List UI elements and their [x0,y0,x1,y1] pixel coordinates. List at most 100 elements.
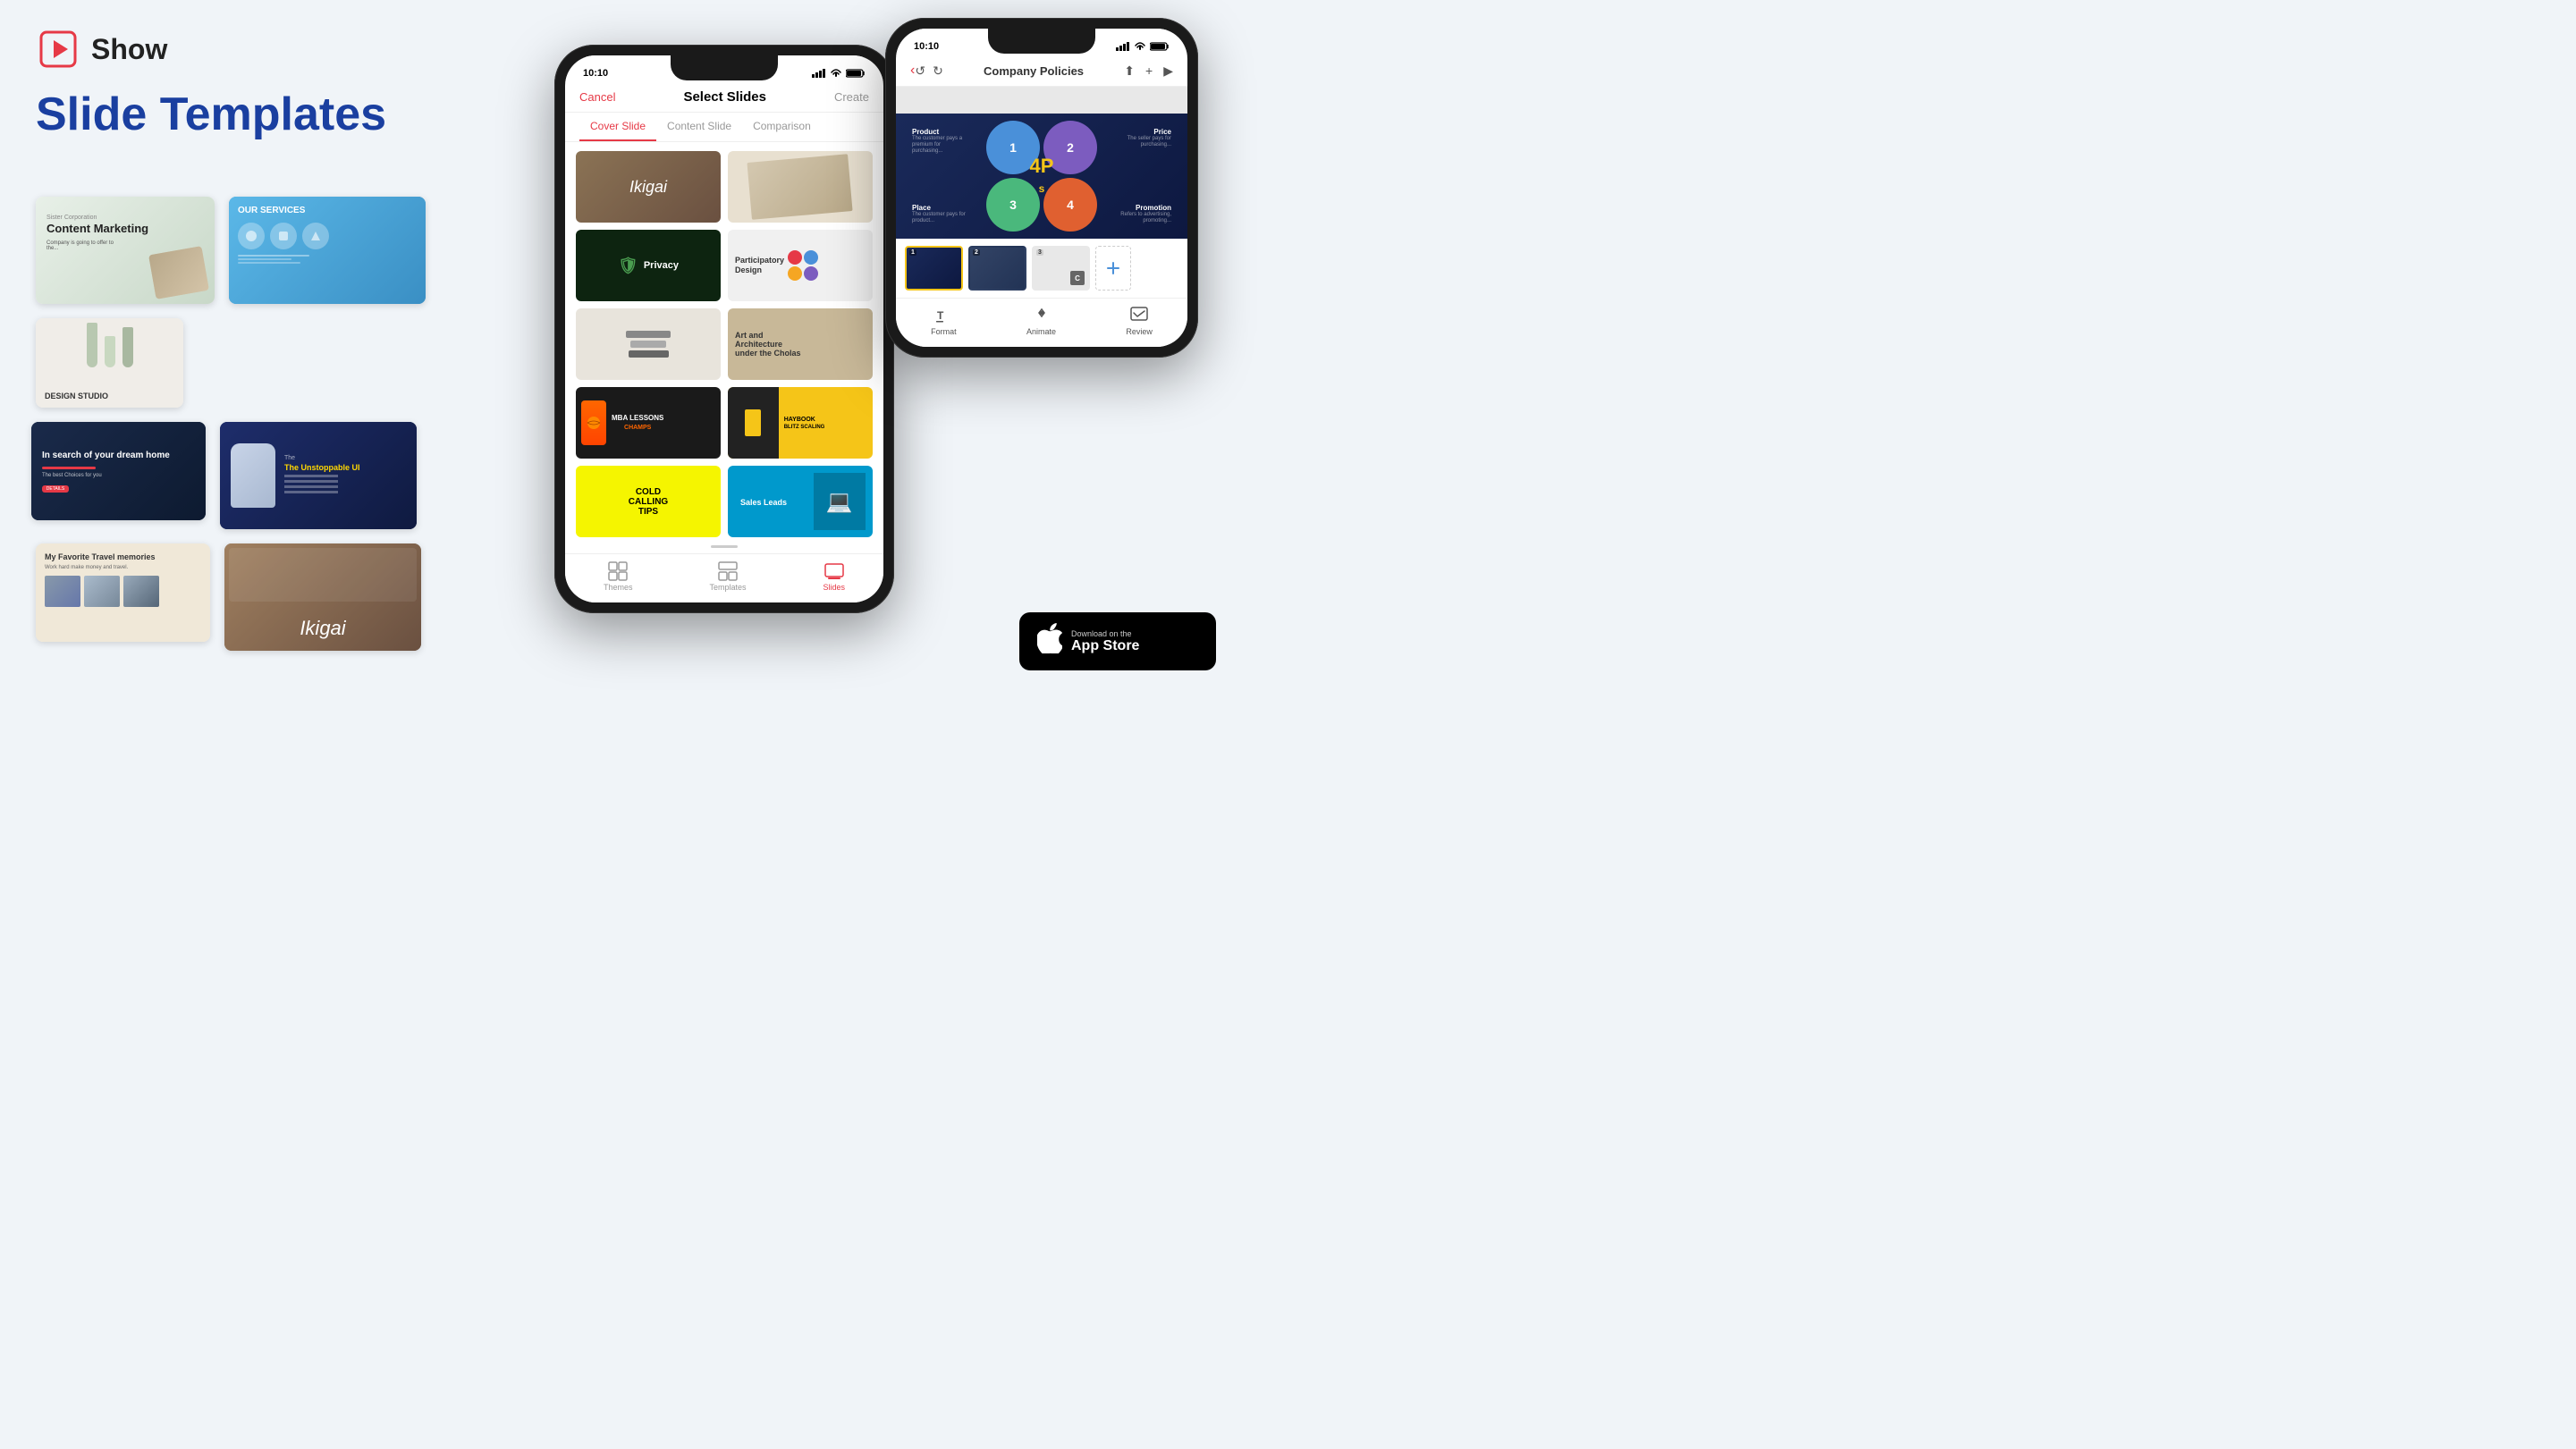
thumb-slide-1[interactable]: 1 [905,246,963,291]
four-ps-grid: 1 2 3 4 4Ps [986,121,1097,232]
slide-blitz[interactable]: HAYBOOK BLITZ SCALING [728,387,873,459]
thumb-row-3: In search of your dream home The best Ch… [31,422,550,529]
bottom-nav-slides-label: Slides [823,583,845,592]
pd-circles [788,250,832,281]
slide-ikigai[interactable]: Ikigai [576,151,721,223]
un-text: The The Unstoppable UI [284,455,360,496]
os-icons [238,223,417,249]
tv-title: My Favorite Travel memories [45,552,201,561]
thumb-num-2: 2 [973,249,980,256]
templates-icon [718,561,738,581]
add-icon[interactable]: + [1145,63,1153,78]
tab-comparison[interactable]: Comparison [742,113,822,141]
scroll-indicator [576,544,873,548]
slide-art-arch[interactable]: Art andArchitectureunder the Cholas [728,308,873,380]
slide-cold[interactable]: COLDCALLINGTIPS [576,466,721,537]
thumb-num-3: 3 [1036,249,1043,256]
battery-icon [846,69,866,78]
art-arch-text: Art andArchitectureunder the Cholas [735,331,866,358]
tab-cover-slide[interactable]: Cover Slide [579,113,656,141]
review-tool[interactable]: Review [1126,306,1153,336]
bottom-nav-templates[interactable]: Templates [709,561,746,592]
cm-brand: Sister Corporation [46,215,148,221]
thumb-ikigai[interactable]: Ikigai [224,543,421,651]
animate-label: Animate [1026,327,1056,336]
center-phone-nav: Cancel Select Slides Create [565,82,883,113]
slide-subtitle-price: Price The seller pays for purchasing... [1118,128,1171,148]
bottom-nav-slides[interactable]: Slides [823,561,845,592]
center-status-icons [812,69,866,78]
animate-tool[interactable]: Animate [1026,306,1056,336]
right-nav-title: Company Policies [943,64,1125,78]
right-nav-icons: ⬆ + ▶ [1124,63,1173,79]
review-label: Review [1126,327,1153,336]
os-icon-2 [270,223,297,249]
slide-art-study[interactable] [576,308,721,380]
slide-mba[interactable]: MBA LESSONSCHAMPS [576,387,721,459]
slides-icon [824,561,844,581]
main-slide-preview[interactable]: Product The customer pays a premium for … [896,114,1187,239]
apple-logo-icon [1037,623,1062,653]
app-store-button[interactable]: Download on the App Store [1019,612,1216,670]
slide-ikigai-label: Ikigai [629,178,667,197]
cm-title: Content Marketing [46,222,148,235]
center-phone: 10:10 [554,45,894,613]
app-store-small-text: Download on the [1071,629,1139,638]
tab-content-slide[interactable]: Content Slide [656,113,742,141]
slide-tabs: Cover Slide Content Slide Comparison [565,113,883,142]
ik-flowers-img [229,548,417,602]
wifi-icon [830,69,842,78]
thumb-content-marketing[interactable]: Sister Corporation Content Marketing Com… [36,197,215,304]
slide-participatory[interactable]: ParticipatoryDesign [728,230,873,301]
os-title: OUR SERVICES [238,206,417,215]
nav-cancel-btn[interactable]: Cancel [579,90,615,104]
thumb-our-services[interactable]: OUR SERVICES [229,197,426,304]
right-wifi-icon [1134,42,1146,51]
thumb-travel[interactable]: My Favorite Travel memories Work hard ma… [36,543,210,642]
sales-label: Sales Leads [740,498,787,507]
bottom-nav-themes[interactable]: Themes [604,561,633,592]
nav-history: ↺ ↻ [915,63,942,79]
review-icon [1129,306,1149,325]
thumb-slide-2[interactable]: 2 [968,246,1026,291]
right-status-icons [1116,42,1170,51]
center-bottom-nav: Themes Templates Slides [565,553,883,602]
ds-vases [36,323,183,376]
right-phone-screen: 10:10 [896,29,1187,347]
add-slide-btn[interactable] [1095,246,1131,291]
thumb-row-1: Sister Corporation Content Marketing Com… [36,197,554,304]
ds-title: DESIGN STUDIO [45,392,108,400]
format-tool[interactable]: T Format [931,306,957,336]
bottom-nav-templates-label: Templates [709,583,746,592]
nav-create-btn[interactable]: Create [834,90,869,104]
tv-photos [45,576,201,607]
right-phone-notch [988,29,1095,54]
thumb-dream-home[interactable]: In search of your dream home The best Ch… [31,422,206,520]
redo-icon[interactable]: ↻ [933,63,943,79]
cold-title: COLDCALLINGTIPS [629,487,668,517]
slide-subtitle-product: Product The customer pays a premium for … [912,128,966,156]
thumbnails-grid: Sister Corporation Content Marketing Com… [36,197,554,665]
un-title: The Unstoppable UI [284,463,360,472]
thumb-design-studio[interactable]: DESIGN STUDIO [36,318,183,408]
play-icon[interactable]: ▶ [1163,63,1173,79]
svg-text:T: T [937,309,944,322]
os-icon-3 [302,223,329,249]
slide-book[interactable] [728,151,873,223]
animate-icon [1032,306,1052,325]
center-phone-frame: 10:10 [554,45,894,613]
thumb-num-1: 1 [909,249,916,256]
slides-grid: Ikigai 🛡 Privacy ParticipatoryDesign [565,142,883,553]
thumb-slide-3[interactable]: 3 C [1032,246,1090,291]
logo-area: Show [36,27,572,72]
slide-privacy[interactable]: 🛡 Privacy [576,230,721,301]
share-icon[interactable]: ⬆ [1124,63,1135,79]
right-bottom-tools: T Format Animate [896,299,1187,347]
format-icon: T [933,306,953,325]
thumb-unstoppable[interactable]: The The Unstoppable UI [220,422,417,529]
undo-icon[interactable]: ↺ [915,63,925,79]
ik-title: Ikigai [224,617,421,640]
slide-sales[interactable]: Sales Leads 💻 [728,466,873,537]
slide-thumbnails-row: 1 2 3 C [896,239,1187,299]
nav-title: Select Slides [683,89,766,105]
